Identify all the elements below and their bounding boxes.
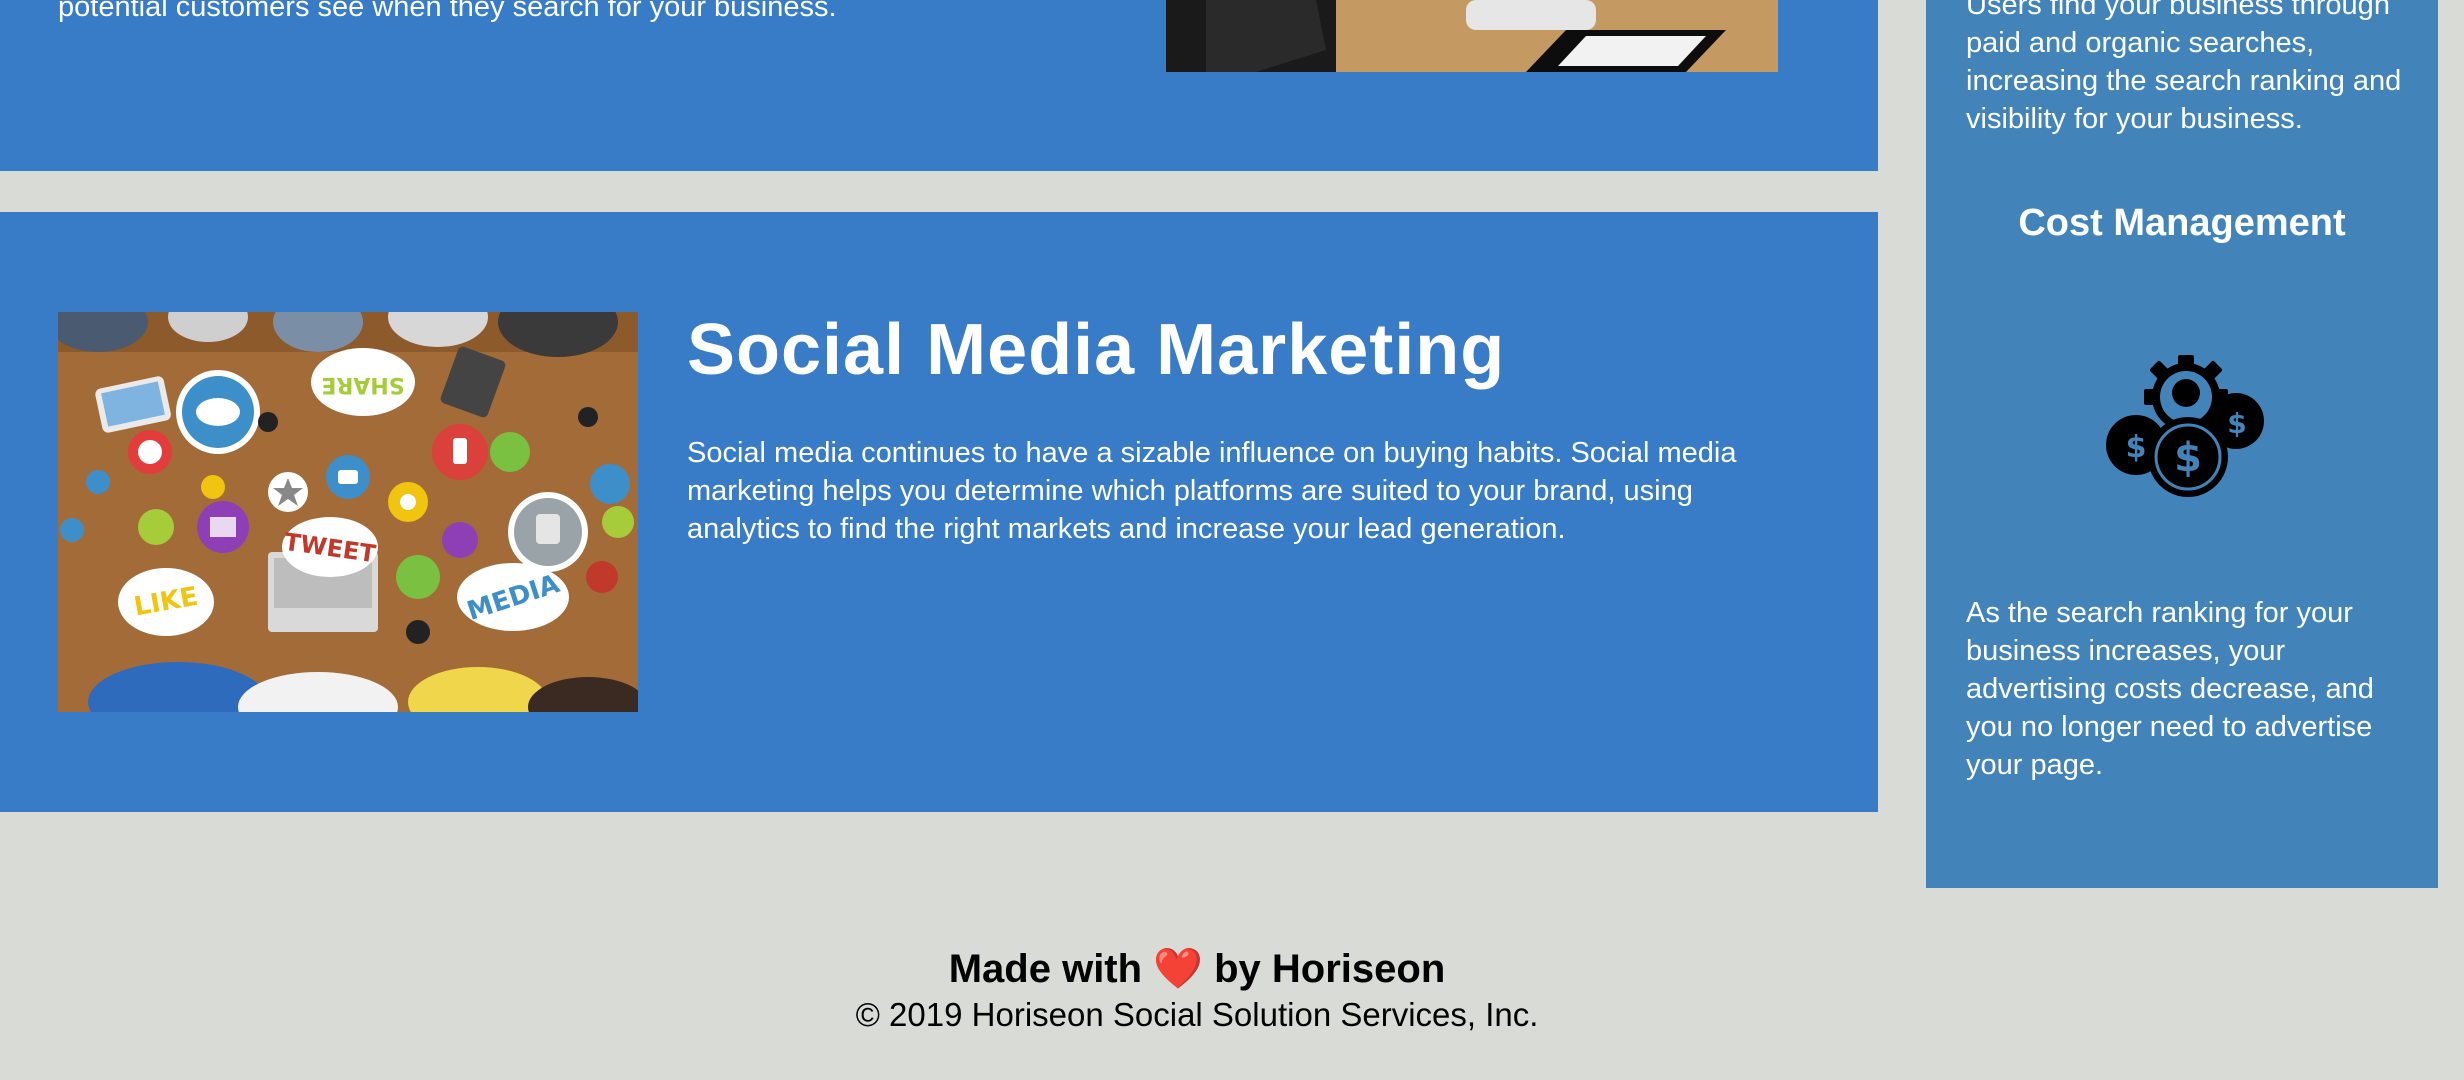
svg-text:$: $ [2126,430,2147,465]
made-with-suffix: by Horiseon [1214,947,1446,991]
benefit-heading: Cost Management [2018,202,2346,244]
svg-text:$: $ [2174,435,2202,481]
page-footer: Made with ❤️ by Horiseon © 2019 Horiseon… [0,945,2394,1037]
svg-text:$: $ [2227,407,2246,440]
section-title: Social Media Marketing [687,310,1506,390]
benefit-text: As the search ranking for your business … [1966,597,2374,781]
heart-icon: ❤️ [1153,947,1203,991]
page: potential customers see when they search… [0,0,2464,1080]
social-media-marketing-card: SHARE TWEET LIKE MEDIA Social Media Mark… [0,212,1878,812]
benefit-text: Users find your business through paid an… [1966,0,2402,135]
copyright-text: © 2019 Horiseon Social Solution Services… [855,996,1539,1033]
card-text: potential customers see when they search… [58,0,837,23]
social-media-image: SHARE TWEET LIKE MEDIA [58,312,638,712]
online-reputation-card: potential customers see when they search… [0,0,1878,171]
made-with-prefix: Made with [948,947,1143,991]
share-bubble-text: SHARE [321,372,404,397]
benefits-sidebar: Users find your business through paid an… [1926,0,2438,888]
section-text: Social media continues to have a sizable… [687,437,1737,545]
made-with-line: Made with ❤️ by Horiseon [0,945,2394,993]
service-image [1166,0,1778,72]
cost-management-icon: $ $ $ [2106,345,2266,505]
